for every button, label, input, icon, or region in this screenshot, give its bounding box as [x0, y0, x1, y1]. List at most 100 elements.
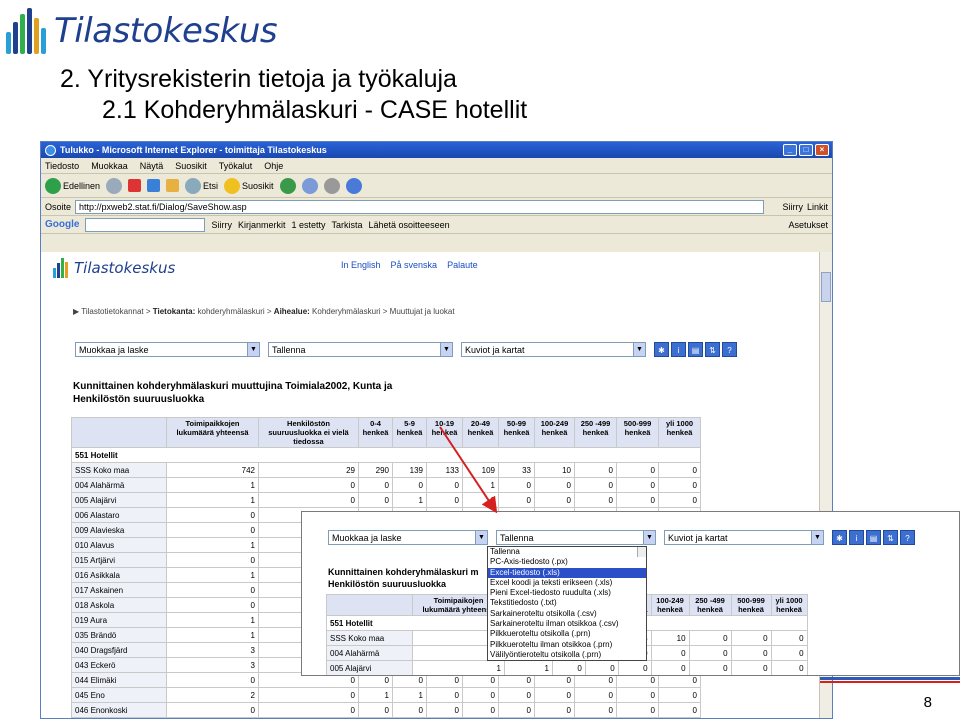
google-search-input[interactable]: [85, 217, 206, 232]
menu-tools[interactable]: Työkalut: [219, 161, 253, 171]
zoom-charts-select[interactable]: Kuviot ja kartat ▼: [664, 530, 824, 545]
dropdown-scrollbar[interactable]: [637, 547, 646, 558]
dropdown-option[interactable]: Pilkkueroteltu otsikolla (.prn): [488, 629, 646, 639]
table-group-row: 551 Hotellit: [71, 447, 701, 463]
logo-mark-icon: [6, 8, 48, 54]
site-logo[interactable]: Tilastokeskus: [53, 258, 175, 278]
table-cell: 0: [358, 702, 393, 718]
links-label[interactable]: Linkit: [807, 202, 828, 212]
menu-view[interactable]: Näytä: [140, 161, 164, 171]
row-label: 044 Elimäki: [71, 672, 167, 688]
stop-icon[interactable]: [128, 179, 142, 192]
table-row: 005 Alajärvi 1 1 0 0 0 0 0 0 0: [326, 660, 808, 675]
table-cell: 0: [258, 477, 359, 493]
breadcrumb-subject[interactable]: Kohderyhmälaskuri: [312, 307, 380, 316]
table-cell: 0: [534, 492, 575, 508]
link-feedback[interactable]: Palaute: [447, 260, 478, 270]
refresh-icon[interactable]: [147, 179, 161, 192]
mail-icon[interactable]: [301, 177, 318, 194]
breadcrumb-database[interactable]: kohderyhmälaskuri: [198, 307, 265, 316]
table-cell: 0: [584, 660, 619, 675]
print-page-icon[interactable]: ▤: [866, 530, 881, 545]
messenger-icon[interactable]: [345, 177, 362, 194]
row-label: 035 Brändö: [71, 627, 167, 643]
chevron-down-icon: ▼: [440, 343, 452, 356]
dropdown-option[interactable]: Sarkaineroteltu otsikolla (.csv): [488, 609, 646, 619]
dropdown-option[interactable]: Pieni Excel-tiedosto ruudulta (.xls): [488, 588, 646, 598]
go-button[interactable]: Siirry: [768, 202, 803, 212]
info-icon[interactable]: ✱: [654, 342, 669, 357]
bookmarks-button[interactable]: Kirjanmerkit: [238, 220, 286, 230]
help-icon[interactable]: ?: [900, 530, 915, 545]
dropdown-option[interactable]: Excel-tiedosto (.xls): [488, 567, 646, 578]
table-header: [326, 594, 413, 616]
home-icon[interactable]: [166, 179, 180, 192]
dropdown-option[interactable]: Excel koodi ja teksti erikseen (.xls): [488, 578, 646, 588]
ie-icon: [45, 144, 56, 156]
dropdown-option[interactable]: PC-Axis-tiedosto (.px): [488, 557, 646, 567]
menu-favorites[interactable]: Suosikit: [175, 161, 207, 171]
table-cell: 0: [166, 507, 259, 523]
dropdown-option[interactable]: Tekstitiedosto (.txt): [488, 598, 646, 608]
table-cell: 133: [426, 462, 463, 478]
menu-edit[interactable]: Muokkaa: [91, 161, 128, 171]
menu-file[interactable]: Tiedosto: [45, 161, 79, 171]
print-page-icon[interactable]: ▤: [688, 342, 703, 357]
table-cell: 0: [166, 552, 259, 568]
close-button[interactable]: ×: [815, 144, 829, 156]
sort-icon[interactable]: ⇅: [705, 342, 720, 357]
help-icon[interactable]: ?: [722, 342, 737, 357]
minimize-button[interactable]: _: [783, 144, 797, 156]
chevron-down-icon: ▼: [811, 531, 823, 544]
google-toolbar: Google Siirry Kirjanmerkit 1 estetty Tar…: [41, 216, 832, 234]
send-button[interactable]: Lähetä osoitteeseen: [369, 220, 450, 230]
check-button[interactable]: Tarkista: [332, 220, 363, 230]
settings-button[interactable]: Asetukset: [788, 220, 828, 230]
table-header: yli 1000 henkeä: [770, 594, 808, 616]
maximize-button[interactable]: □: [799, 144, 813, 156]
table-row: 004 Alahärmä 1 0 0 0 0 1 0 0 0 0 0: [71, 477, 701, 493]
breadcrumb-variables[interactable]: Muuttujat ja luokat: [390, 307, 455, 316]
sort-icon[interactable]: ⇅: [883, 530, 898, 545]
google-go-button[interactable]: Siirry: [211, 220, 232, 230]
table-cell: 1: [392, 687, 427, 703]
menu-help[interactable]: Ohje: [264, 161, 283, 171]
back-button[interactable]: Edellinen: [45, 177, 100, 194]
table-cell: 1: [358, 687, 393, 703]
table-header: yli 1000 henkeä: [658, 417, 701, 448]
zoom-save-select[interactable]: Tallenna ▼: [496, 530, 656, 545]
print-icon[interactable]: [323, 177, 340, 194]
dropdown-option[interactable]: Pilkkueroteltu ilman otsikkoa (.prn): [488, 640, 646, 650]
search-icon: [185, 177, 202, 194]
edit-select[interactable]: Muokkaa ja laske ▼: [75, 342, 260, 357]
favorites-button[interactable]: Suosikit: [224, 177, 274, 194]
i-icon[interactable]: i: [849, 530, 864, 545]
save-format-dropdown[interactable]: Tallenna PC-Axis-tiedosto (.px) Excel-tied…: [487, 546, 647, 662]
dropdown-option[interactable]: Välilyöntieroteltu otsikolla (.prn): [488, 650, 646, 660]
dropdown-option[interactable]: Tallenna: [488, 547, 646, 557]
i-icon[interactable]: i: [671, 342, 686, 357]
chevron-down-icon: ▼: [633, 343, 645, 356]
breadcrumb-databases[interactable]: Tilastotietokannat: [81, 307, 143, 316]
link-swedish[interactable]: På svenska: [391, 260, 438, 270]
address-input[interactable]: http://pxweb2.stat.fi/Dialog/SaveShow.as…: [75, 199, 765, 214]
info-icon[interactable]: ✱: [832, 530, 847, 545]
forward-arrow-icon[interactable]: [106, 177, 123, 194]
save-select[interactable]: Tallenna ▼: [268, 342, 453, 357]
popup-blocked-button[interactable]: 1 estetty: [291, 220, 325, 230]
search-button[interactable]: Etsi: [185, 177, 218, 194]
table-cell: 1: [166, 612, 259, 628]
row-label: 006 Alastaro: [71, 507, 167, 523]
table-cell: 0: [426, 477, 463, 493]
address-label: Osoite: [45, 201, 72, 212]
dropdown-option[interactable]: Sarkaineroteltu ilman otsikkoa (.csv): [488, 619, 646, 629]
history-icon[interactable]: [279, 177, 296, 194]
link-english[interactable]: In English: [341, 260, 381, 270]
table-cell: 0: [258, 687, 359, 703]
zoom-edit-select[interactable]: Muokkaa ja laske ▼: [328, 530, 488, 545]
row-label: 005 Alajärvi: [326, 660, 413, 675]
table-cell: 0: [498, 702, 535, 718]
table-cell: 0: [616, 702, 659, 718]
charts-select[interactable]: Kuviot ja kartat ▼: [461, 342, 646, 357]
chevron-down-icon: ▼: [475, 531, 487, 544]
